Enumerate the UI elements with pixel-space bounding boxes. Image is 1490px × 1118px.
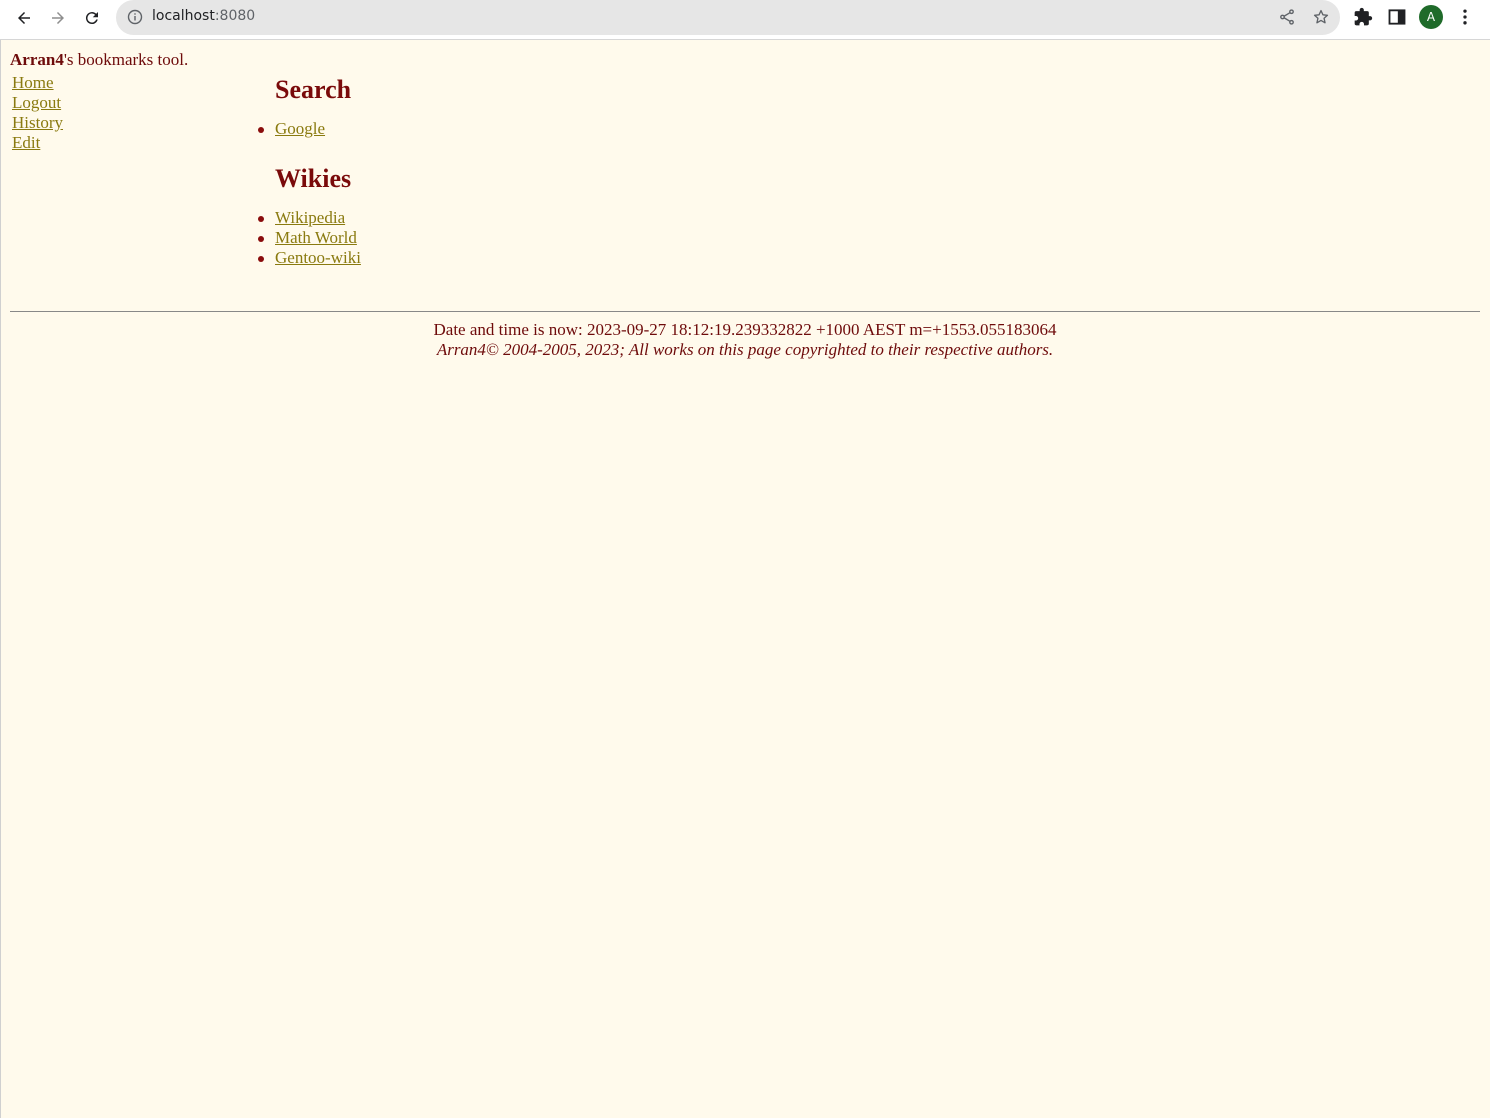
page-footer: Date and time is now: 2023-09-27 18:12:1… [0,320,1490,360]
sidebar-nav: Home Logout History Edit [12,73,63,153]
category-title: Search [275,75,352,104]
page-content: Arran4's bookmarks tool. Home Logout His… [0,41,1490,1118]
tagline-text: 's bookmarks tool. [63,50,189,69]
list-item: Math World [258,228,361,248]
back-button[interactable] [10,4,38,32]
address-bar[interactable]: localhost:8080 [116,0,1340,35]
bookmark-link-math-world[interactable]: Math World [275,228,357,247]
extensions-puzzle-icon[interactable] [1353,7,1373,27]
footer-divider [10,311,1480,312]
bookmark-list: Wikipedia Math World Gentoo-wiki [258,208,361,268]
list-item: Wikipedia [258,208,361,228]
sidebar-item-history[interactable]: History [12,113,63,133]
star-icon[interactable] [1312,8,1330,26]
url-host: localhost [152,8,215,24]
bookmark-link-wikipedia[interactable]: Wikipedia [275,208,345,227]
bookmark-list: Google [258,119,361,139]
profile-avatar[interactable]: A [1419,5,1443,29]
category-search: Search Google [258,74,361,139]
sidebar-item-edit[interactable]: Edit [12,133,63,153]
forward-arrow-icon [52,12,64,24]
share-icon[interactable] [1278,8,1296,26]
bookmark-link-google[interactable]: Google [275,119,325,138]
username: Arran4 [10,50,64,69]
url-text[interactable]: localhost:8080 [152,8,255,24]
site-tagline: Arran4's bookmarks tool. [10,50,188,70]
sidebar-item-home[interactable]: Home [12,73,63,93]
sidebar-item-logout[interactable]: Logout [12,93,63,113]
kebab-menu-icon[interactable] [1455,7,1475,27]
copyright-text: Arran4© 2004-2005, 2023; All works on th… [436,340,1054,359]
info-icon[interactable] [127,9,143,25]
datetime-text: Date and time is now: 2023-09-27 18:12:1… [433,320,1057,339]
reload-icon [85,12,98,25]
reload-button[interactable] [78,4,106,32]
back-arrow-icon [18,12,30,24]
url-port: :8080 [214,8,256,24]
list-item: Google [258,119,361,139]
side-panel-icon[interactable] [1387,7,1407,27]
bookmark-categories: Search Google Wikies Wikipedia Math Worl… [258,74,361,268]
list-item: Gentoo-wiki [258,248,361,268]
browser-toolbar: localhost:8080 A [0,0,1490,40]
bookmark-link-gentoo-wiki[interactable]: Gentoo-wiki [275,248,361,267]
forward-button[interactable] [44,4,72,32]
category-wikies: Wikies Wikipedia Math World Gentoo-wiki [258,163,361,268]
category-title: Wikies [275,164,352,193]
